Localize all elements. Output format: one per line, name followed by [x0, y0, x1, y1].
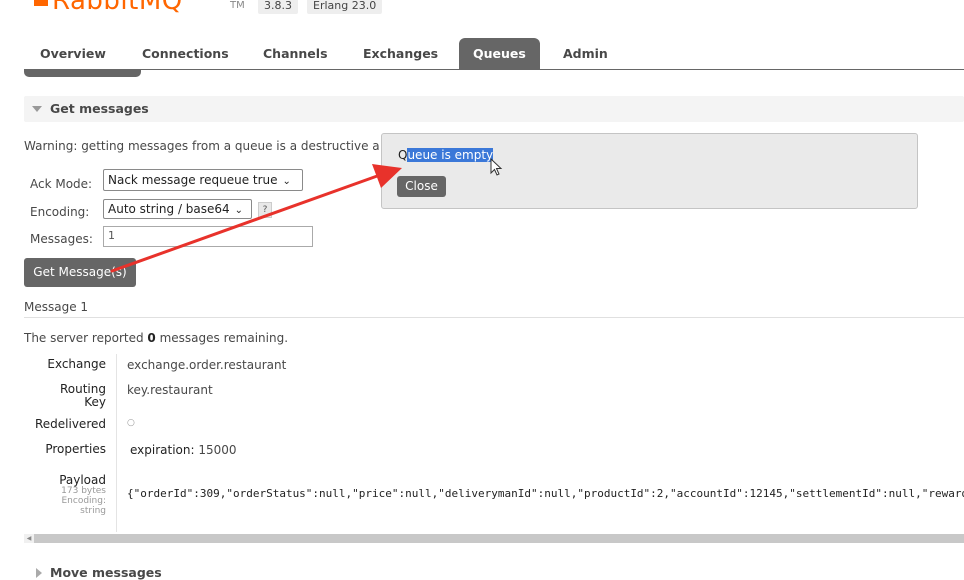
- tab-queues[interactable]: Queues: [459, 38, 540, 69]
- payload-encoding-label: Encoding:: [61, 496, 106, 506]
- app-logo-text: RabbitMQ: [52, 0, 183, 16]
- get-messages-section-header[interactable]: Get messages: [24, 96, 964, 122]
- routing-key-key: Routing Key: [60, 383, 106, 409]
- payload-key: Payload 173 bytes Encoding: string: [59, 474, 106, 516]
- payload-value: {"orderId":309,"orderStatus":null,"price…: [127, 487, 964, 500]
- message-heading: Message 1: [24, 300, 89, 314]
- version-badge: 3.8.3: [258, 0, 298, 14]
- erlang-version-badge: Erlang 23.0: [307, 0, 383, 14]
- messages-remaining-text: The server reported 0 messages remaining…: [24, 331, 288, 345]
- encoding-label: Encoding:: [30, 205, 90, 219]
- horizontal-scrollbar[interactable]: ◀: [24, 534, 964, 543]
- tab-underline: [24, 69, 964, 70]
- remaining-suffix: messages remaining.: [159, 331, 289, 345]
- popup-message: Queue is empty: [398, 148, 494, 162]
- redelivered-value: ○: [127, 418, 135, 428]
- destructive-warning: Warning: getting messages from a queue i…: [24, 139, 380, 153]
- properties-key: Properties: [45, 442, 106, 456]
- redelivered-key: Redelivered: [34, 417, 106, 431]
- chevron-down-icon: ⌄: [282, 176, 291, 187]
- get-messages-title: Get messages: [50, 101, 149, 116]
- ack-mode-select[interactable]: Nack message requeue true ⌄: [103, 169, 303, 191]
- help-icon[interactable]: ?: [258, 202, 272, 218]
- trademark-mark: TM: [230, 0, 245, 11]
- payload-bytes: 173 bytes: [61, 486, 106, 496]
- payload-encoding-value: string: [80, 506, 106, 516]
- expand-triangle-icon: [36, 568, 42, 578]
- get-messages-button[interactable]: Get Message(s): [24, 258, 136, 287]
- remaining-count: 0: [147, 331, 156, 345]
- property-value: 15000: [198, 443, 237, 457]
- remaining-prefix: The server reported: [24, 331, 144, 345]
- property-name: expiration:: [130, 443, 195, 457]
- routing-key-value: key.restaurant: [127, 383, 213, 397]
- ack-mode-value: Nack message requeue true: [108, 173, 278, 187]
- table-divider: [116, 354, 117, 532]
- tab-exchanges[interactable]: Exchanges: [363, 38, 438, 69]
- encoding-value: Auto string / base64: [108, 202, 230, 216]
- properties-value: expiration: 15000: [130, 443, 237, 457]
- popup-message-selection: ueue is empty: [407, 148, 494, 162]
- rabbitmq-logo-icon: [34, 0, 48, 6]
- tab-connections[interactable]: Connections: [142, 38, 229, 69]
- encoding-select[interactable]: Auto string / base64 ⌄: [103, 199, 252, 219]
- messages-label: Messages:: [30, 232, 93, 246]
- close-popup-button[interactable]: Close: [397, 176, 446, 197]
- scrolled-button-stub[interactable]: [24, 70, 141, 77]
- tab-admin[interactable]: Admin: [563, 38, 608, 69]
- scroll-left-arrow-icon[interactable]: ◀: [24, 534, 34, 543]
- payload-label: Payload: [59, 473, 106, 487]
- exchange-value: exchange.order.restaurant: [127, 358, 287, 372]
- mouse-cursor-icon: [490, 158, 503, 176]
- chevron-down-icon: ⌄: [234, 205, 244, 216]
- collapse-triangle-icon: [32, 106, 42, 112]
- ack-mode-label: Ack Mode:: [30, 177, 93, 191]
- tab-overview[interactable]: Overview: [40, 38, 106, 69]
- exchange-key: Exchange: [47, 357, 106, 371]
- routing-key-label-line-2: Key: [84, 395, 106, 409]
- move-messages-title[interactable]: Move messages: [50, 565, 162, 580]
- divider: [24, 317, 964, 318]
- messages-count-input[interactable]: 1: [103, 226, 313, 247]
- tab-channels[interactable]: Channels: [263, 38, 328, 69]
- queue-empty-popup: [381, 133, 918, 209]
